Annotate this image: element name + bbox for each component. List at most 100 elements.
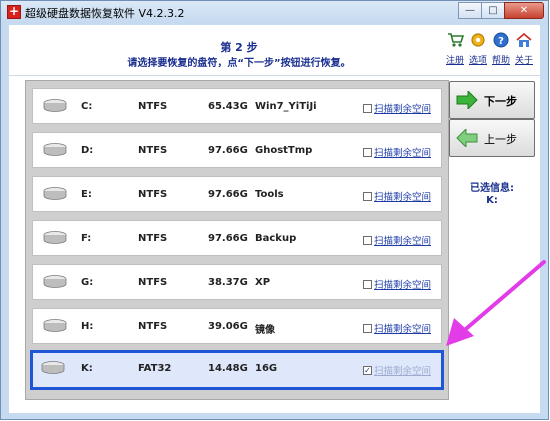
drive-row[interactable]: E: NTFS 97.66G Tools 扫描剩余空间: [32, 176, 442, 212]
drive-letter: F:: [81, 233, 92, 244]
drive-row[interactable]: K: FAT32 14.48G 16G ✓ 扫描剩余空间: [30, 350, 444, 390]
scan-free-space-checkbox[interactable]: [363, 279, 372, 289]
hard-disk-icon: [43, 99, 67, 112]
hard-disk-icon: [43, 231, 67, 244]
scan-free-space-checkbox[interactable]: [363, 191, 372, 201]
step-title: 第 2 步: [220, 41, 258, 54]
scan-free-space-checkbox[interactable]: ✓: [363, 365, 372, 375]
drive-filesystem: NTFS: [138, 101, 168, 112]
help-label: 帮助: [491, 56, 510, 66]
drive-filesystem: NTFS: [138, 277, 168, 288]
window-title: 超级硬盘数据恢复软件 V4.2.3.2: [25, 7, 185, 20]
drive-size: 65.43G: [208, 101, 248, 112]
selected-info-heading: 已选信息:: [470, 183, 514, 194]
drive-size: 39.06G: [208, 321, 248, 332]
drive-label: Tools: [255, 189, 284, 200]
drive-letter: C:: [81, 101, 93, 112]
right-arrow-icon: [456, 91, 478, 109]
app-window: + 超级硬盘数据恢复软件 V4.2.3.2 — □ ✕ 第 2 步 请选择要恢复…: [0, 0, 549, 420]
drive-size: 97.66G: [208, 145, 248, 156]
previous-button[interactable]: 上一步: [449, 119, 535, 157]
register-button[interactable]: 注册: [443, 31, 467, 66]
selected-info: 已选信息: K:: [449, 183, 535, 207]
left-arrow-icon: [456, 129, 478, 147]
hard-disk-icon: [43, 275, 67, 288]
status-band: [9, 401, 540, 413]
hard-disk-icon: [43, 187, 67, 200]
drive-filesystem: NTFS: [138, 233, 168, 244]
maximize-button[interactable]: □: [481, 2, 505, 19]
drive-size: 97.66G: [208, 189, 248, 200]
drive-size: 97.66G: [208, 233, 248, 244]
app-icon: +: [7, 4, 21, 19]
drive-label: Backup: [255, 233, 297, 244]
drive-letter: E:: [81, 189, 92, 200]
scan-free-space-link[interactable]: 扫描剩余空间: [374, 363, 431, 377]
toolbar: 注册 选项 ? 帮助 关于: [444, 31, 536, 66]
drive-letter: H:: [81, 321, 94, 332]
scan-free-space: 扫描剩余空间: [363, 277, 431, 291]
scan-free-space: 扫描剩余空间: [363, 321, 431, 335]
drive-letter: D:: [81, 145, 94, 156]
drive-filesystem: NTFS: [138, 145, 168, 156]
drive-list: C: NTFS 65.43G Win7_YiTiJi 扫描剩余空间 D: NTFS 97.66…: [25, 80, 449, 400]
hard-disk-icon: [41, 361, 65, 374]
drive-row[interactable]: D: NTFS 97.66G GhostTmp 扫描剩余空间: [32, 132, 442, 168]
scan-free-space-link[interactable]: 扫描剩余空间: [374, 189, 431, 203]
about-label: 关于: [514, 56, 533, 66]
cart-icon: [448, 33, 465, 47]
scan-free-space: 扫描剩余空间: [363, 101, 431, 115]
selected-info-value: K:: [486, 195, 498, 206]
client-area: 第 2 步 请选择要恢复的盘符，点“下一步”按钮进行恢复。 注册 选项 ? 帮助…: [9, 25, 540, 413]
scan-free-space-link[interactable]: 扫描剩余空间: [374, 321, 431, 335]
step-header: 第 2 步 请选择要恢复的盘符，点“下一步”按钮进行恢复。 注册 选项 ? 帮助…: [9, 25, 540, 76]
svg-text:?: ?: [498, 36, 504, 47]
drive-filesystem: NTFS: [138, 321, 168, 332]
window-controls: — □ ✕: [458, 2, 544, 20]
next-button[interactable]: 下一步: [449, 81, 535, 119]
drive-size: 14.48G: [208, 363, 248, 374]
drive-label: 16G: [255, 363, 278, 374]
title-bar[interactable]: + 超级硬盘数据恢复软件 V4.2.3.2 — □ ✕: [1, 1, 548, 23]
drive-row[interactable]: C: NTFS 65.43G Win7_YiTiJi 扫描剩余空间: [32, 88, 442, 124]
drive-label: 镜像: [255, 325, 275, 336]
scan-free-space-link[interactable]: 扫描剩余空间: [374, 233, 431, 247]
drive-size: 38.37G: [208, 277, 248, 288]
help-button[interactable]: ? 帮助: [489, 31, 513, 66]
scan-free-space-link[interactable]: 扫描剩余空间: [374, 101, 431, 115]
scan-free-space: 扫描剩余空间: [363, 233, 431, 247]
drive-label: GhostTmp: [255, 145, 313, 156]
scan-free-space-checkbox[interactable]: [363, 147, 372, 157]
drive-label: Win7_YiTiJi: [255, 101, 317, 112]
drive-row[interactable]: F: NTFS 97.66G Backup 扫描剩余空间: [32, 220, 442, 256]
hard-disk-icon: [43, 319, 67, 332]
register-label: 注册: [445, 56, 464, 66]
scan-free-space: ✓ 扫描剩余空间: [363, 363, 431, 377]
close-button[interactable]: ✕: [504, 2, 544, 19]
drive-letter: K:: [81, 363, 93, 374]
hard-disk-icon: [43, 143, 67, 156]
drive-letter: G:: [81, 277, 94, 288]
next-label: 下一步: [484, 95, 517, 108]
scan-free-space-checkbox[interactable]: [363, 235, 372, 245]
drive-row[interactable]: H: NTFS 39.06G 镜像 扫描剩余空间: [32, 308, 442, 344]
scan-free-space-checkbox[interactable]: [363, 103, 372, 113]
scan-free-space: 扫描剩余空间: [363, 189, 431, 203]
drive-label: XP: [255, 277, 271, 288]
scan-free-space-link[interactable]: 扫描剩余空间: [374, 277, 431, 291]
step-hint: 请选择要恢复的盘符，点“下一步”按钮进行恢复。: [127, 58, 351, 69]
scan-free-space-checkbox[interactable]: [363, 323, 372, 333]
scan-free-space: 扫描剩余空间: [363, 145, 431, 159]
home-icon: [516, 32, 532, 47]
gear-icon: [471, 33, 485, 47]
drive-row[interactable]: G: NTFS 38.37G XP 扫描剩余空间: [32, 264, 442, 300]
options-button[interactable]: 选项: [466, 31, 490, 66]
minimize-button[interactable]: —: [458, 2, 482, 19]
help-icon: ?: [493, 32, 509, 48]
drive-filesystem: NTFS: [138, 189, 168, 200]
drive-filesystem: FAT32: [138, 363, 172, 374]
previous-label: 上一步: [484, 133, 517, 146]
scan-free-space-link[interactable]: 扫描剩余空间: [374, 145, 431, 159]
options-label: 选项: [468, 56, 487, 66]
about-button[interactable]: 关于: [512, 31, 536, 66]
